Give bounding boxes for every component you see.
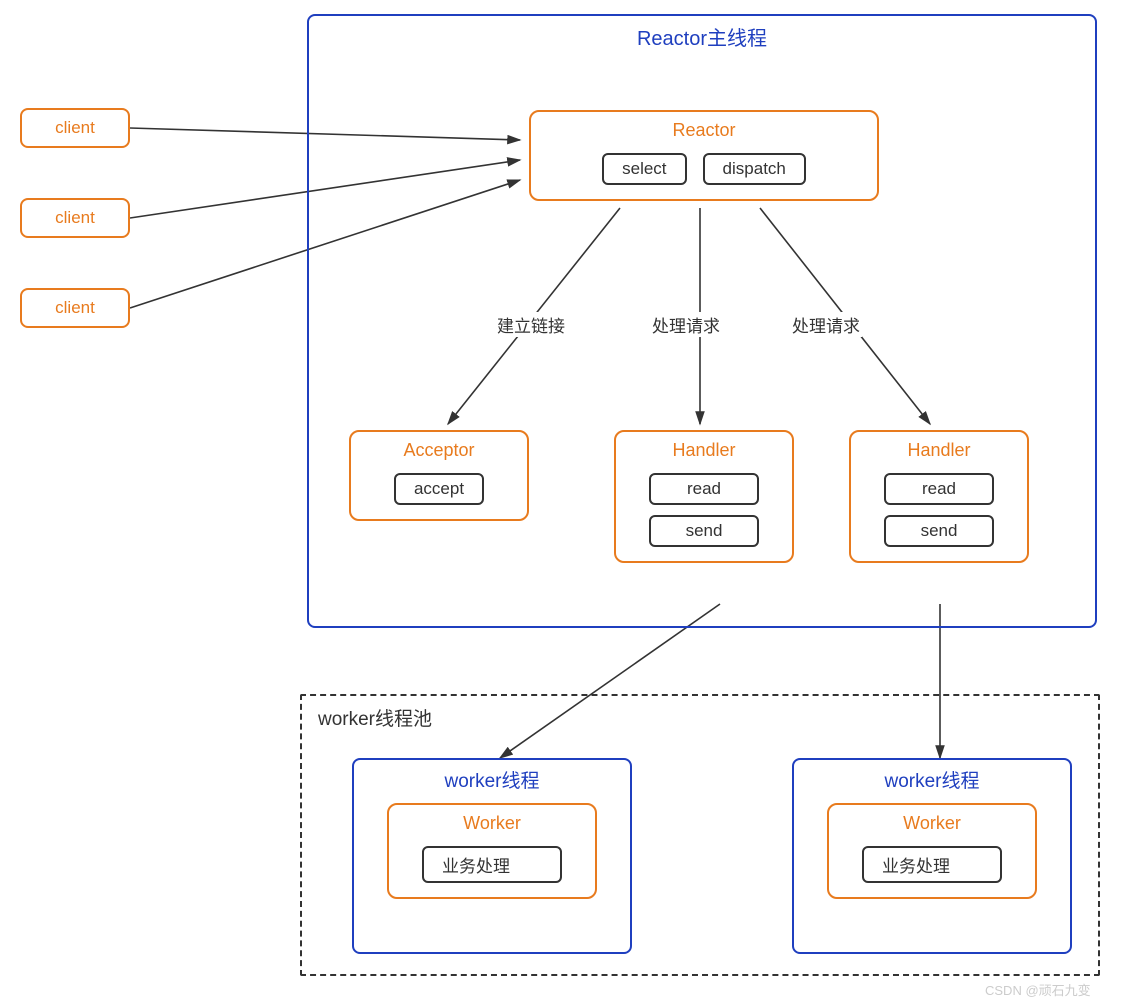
client-box-3: client bbox=[20, 288, 130, 328]
worker-thread-1: worker线程 Worker 业务处理 bbox=[352, 758, 632, 954]
worker-thread-title: worker线程 bbox=[884, 766, 979, 793]
edge-label-process2: 处理请求 bbox=[790, 312, 862, 337]
client-box-1: client bbox=[20, 108, 130, 148]
worker-group: Worker 业务处理 bbox=[827, 803, 1037, 899]
worker-thread-title: worker线程 bbox=[444, 766, 539, 793]
edge-label-process1: 处理请求 bbox=[650, 312, 722, 337]
reactor-group: Reactor select dispatch bbox=[529, 110, 879, 201]
handler-op-read: read bbox=[884, 473, 994, 505]
worker-title: Worker bbox=[463, 813, 521, 834]
worker-group: Worker 业务处理 bbox=[387, 803, 597, 899]
client-label: client bbox=[55, 118, 95, 138]
acceptor-title: Acceptor bbox=[403, 440, 474, 461]
reactor-title: Reactor bbox=[672, 120, 735, 141]
pool-title: worker线程池 bbox=[318, 704, 1098, 731]
client-box-2: client bbox=[20, 198, 130, 238]
handler-title: Handler bbox=[907, 440, 970, 461]
worker-pool: worker线程池 worker线程 Worker 业务处理 worker线程 … bbox=[300, 694, 1100, 976]
handler-title: Handler bbox=[672, 440, 735, 461]
reactor-op-select: select bbox=[602, 153, 686, 185]
client-label: client bbox=[55, 298, 95, 318]
handler-group-2: Handler read send bbox=[849, 430, 1029, 563]
client-label: client bbox=[55, 208, 95, 228]
handler-op-send: send bbox=[649, 515, 759, 547]
acceptor-op-accept: accept bbox=[394, 473, 484, 505]
handler-op-read: read bbox=[649, 473, 759, 505]
acceptor-group: Acceptor accept bbox=[349, 430, 529, 521]
handler-group-1: Handler read send bbox=[614, 430, 794, 563]
worker-op: 业务处理 bbox=[422, 846, 562, 883]
worker-op: 业务处理 bbox=[862, 846, 1002, 883]
reactor-op-dispatch: dispatch bbox=[703, 153, 806, 185]
edge-label-establish: 建立链接 bbox=[495, 312, 567, 337]
handler-op-send: send bbox=[884, 515, 994, 547]
worker-thread-2: worker线程 Worker 业务处理 bbox=[792, 758, 1072, 954]
main-thread-title: Reactor主线程 bbox=[637, 22, 767, 51]
worker-title: Worker bbox=[903, 813, 961, 834]
watermark: CSDN @顽石九变 bbox=[985, 980, 1091, 999]
